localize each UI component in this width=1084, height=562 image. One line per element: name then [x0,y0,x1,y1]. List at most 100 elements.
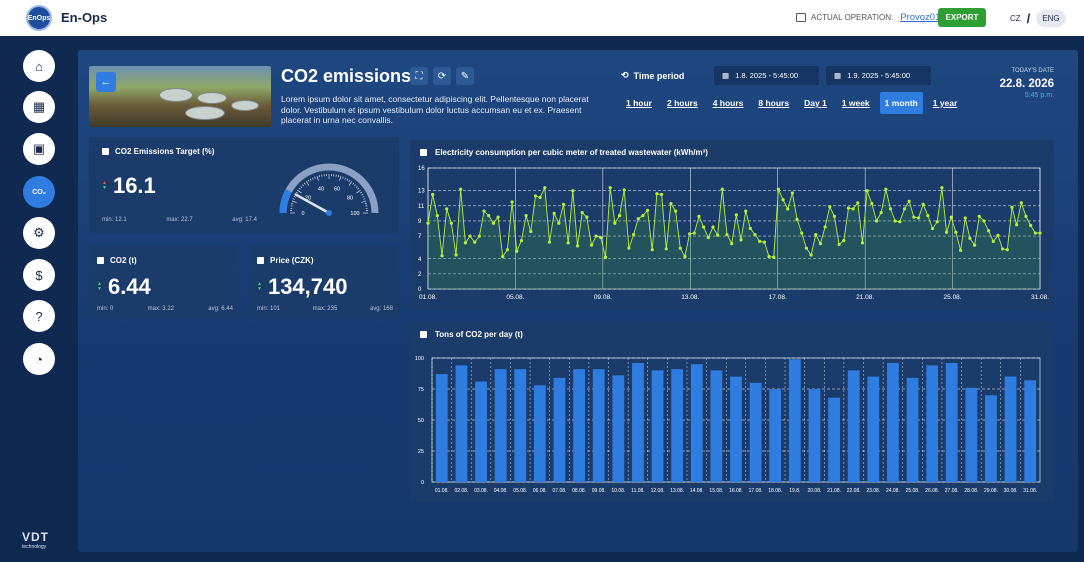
checkbox-icon[interactable] [257,257,264,264]
gauge-tick [356,189,361,194]
line-point [842,239,846,243]
date-to-field[interactable]: ▦ 1.9. 2025 - 5:45:00 [826,66,931,85]
today-label: TODAY'S DATE [1011,68,1055,74]
line-point [468,234,472,238]
lang-cz-button[interactable]: CZ [1010,14,1021,23]
bar-xtick-label: 06.08. [533,488,547,494]
line-point [664,247,668,251]
electricity-line-chart: 0 2 4 7 9 11 13 16 01.08. 05.08. 09.08. 13.08. 17.08… [418,166,1049,301]
line-point [828,204,832,209]
line-point [659,192,664,197]
line-point [739,238,743,242]
bar-ytick-label: 25 [418,449,424,455]
line-point [575,244,580,248]
line-ytick-label: 4 [418,257,422,263]
line-point [884,187,888,191]
bar [788,359,801,482]
actual-operation-link[interactable]: Provoz01 [900,12,940,23]
gauge-tick [303,182,306,185]
period-1-year[interactable]: 1 year [928,92,963,114]
bar [945,362,958,482]
line-point [571,189,575,193]
co2-bar-chart: 0 25 50 75 100 01.08. 02.08. 03.08. 04.08. 05.08.… [415,356,1041,494]
bar [926,365,939,482]
bar-xtick-label: 04.08. [494,488,508,494]
line-ytick-label: 11 [418,204,425,210]
bar [671,369,684,482]
page-title: CO2 emissions [281,66,412,86]
line-point [505,248,510,252]
period-1-hour[interactable]: 1 hour [621,92,657,114]
line-point [944,230,949,234]
line-xtick-label: 13.08. [681,294,699,301]
kpi-co2-title: CO2 (t) [97,256,137,265]
line-point [860,241,865,245]
gauge-tick [291,200,297,203]
line-point [767,254,771,259]
robot-arm-icon[interactable]: ⚙ [23,217,55,249]
electricity-chart-card: Electricity consumption per cubic meter … [410,140,1054,310]
checkbox-icon[interactable] [102,148,109,155]
line-ytick-label: 0 [418,287,422,293]
line-point [547,240,552,244]
line-point [482,209,486,213]
line-point [991,239,995,243]
gauge-tick [339,175,342,181]
gauge-tick [316,175,319,181]
gauge-tick [297,189,302,194]
lang-eng-button[interactable]: ENG [1036,10,1066,27]
fullscreen-icon[interactable]: ⛶ [410,67,428,85]
line-point [865,189,869,193]
back-button[interactable]: ← [96,72,116,92]
date-from-field[interactable]: ▦ 1.8. 2025 - 5:45:00 [714,66,819,85]
period-8-hours[interactable]: 8 hours [753,92,794,114]
line-xtick-label: 21.08. [856,294,874,301]
line-point [589,243,594,247]
app-logo[interactable]: EnOps [26,5,52,31]
line-point [459,187,463,191]
bar [1024,380,1037,482]
period-4-hours[interactable]: 4 hours [708,92,749,114]
line-point [608,186,612,190]
calendar-small-icon: ▦ [722,71,730,80]
kpi-co2-stats: min: 0 max: 3.22 avg: 6.44 [97,306,233,312]
export-button[interactable]: EXPORT [938,8,986,27]
gauge-tick [344,177,346,180]
line-point [683,254,687,259]
edit-icon[interactable]: ✎ [456,67,474,85]
bar-xtick-label: 08.08. [572,488,586,494]
bar-xtick-label: 16.08. [729,488,743,494]
home-icon[interactable]: ⌂ [23,50,55,82]
checkbox-icon[interactable] [97,257,104,264]
bar-xtick-label: 21.08. [827,488,841,494]
line-point [697,214,701,218]
refresh-icon[interactable]: ⟳ [433,67,451,85]
kpi-target-gauge: 02040 6080100 [279,163,379,217]
bar-xtick-label: 24.08. [886,488,900,494]
dollar-icon[interactable]: $ [23,259,55,291]
line-point [711,225,715,229]
co2-icon[interactable]: CO₂ [23,176,55,208]
line-point [524,214,528,218]
gauge-tick [342,176,344,179]
period-1-month[interactable]: 1 month [879,92,923,114]
bar [808,389,821,482]
bar-xtick-label: 18.08. [768,488,782,494]
line-point [968,236,972,240]
gauge-icon[interactable]: ◔ [23,343,55,375]
bar-xtick-label: 31.08. [1023,488,1037,494]
period-2-hours[interactable]: 2 hours [662,92,703,114]
date-to-value: 1.9. 2025 - 5:45:00 [847,71,911,80]
period-day-1[interactable]: Day 1 [799,92,832,114]
help-icon[interactable]: ? [23,300,55,332]
line-point [585,215,589,219]
calendar-icon[interactable]: ▦ [23,91,55,123]
line-point [440,254,444,258]
bar-xtick-label: 29.08. [984,488,998,494]
period-1-week[interactable]: 1 week [837,92,875,114]
bar [455,365,468,482]
line-point [870,201,874,206]
calendar-event-icon[interactable]: ▣ [23,133,55,165]
line-xtick-label: 09.08. [594,294,612,301]
language-switcher: CZ / ENG [1010,10,1066,27]
